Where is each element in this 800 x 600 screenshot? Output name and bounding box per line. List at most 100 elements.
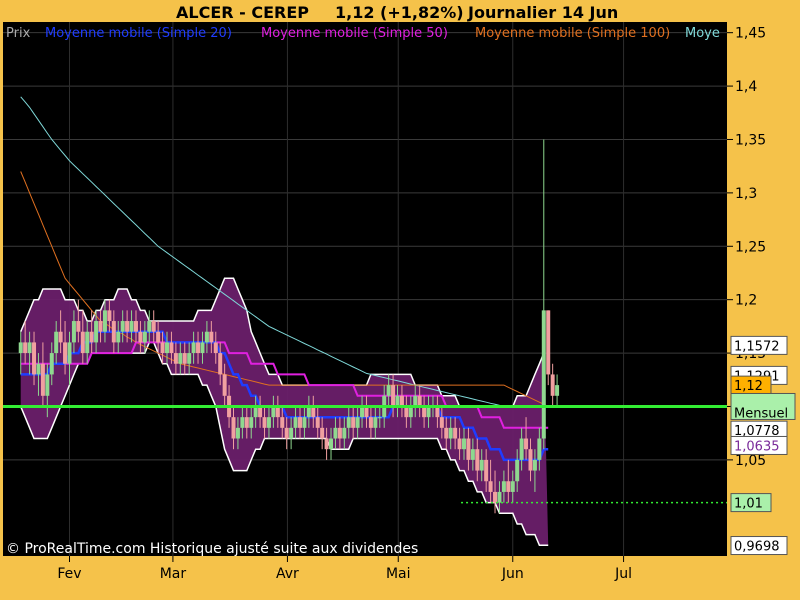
candle-body bbox=[426, 406, 431, 418]
candle-body bbox=[506, 481, 511, 492]
support-tag-label: Mensuel bbox=[734, 406, 788, 421]
x-tick-label: Mai bbox=[386, 566, 411, 582]
candle-body bbox=[386, 385, 391, 396]
candle-body bbox=[315, 417, 320, 428]
candle-body bbox=[524, 438, 529, 450]
copyright-note: © ProRealTime.com Historique ajusté suit… bbox=[6, 541, 418, 557]
period-date: Journalier 14 Jun bbox=[467, 3, 618, 22]
candle-body bbox=[280, 417, 285, 428]
candle-body bbox=[116, 331, 121, 343]
candle-body bbox=[293, 417, 298, 428]
candle-body bbox=[271, 406, 276, 418]
candle-body bbox=[169, 342, 174, 354]
x-tick-label: Avr bbox=[276, 566, 299, 582]
candle-body bbox=[213, 342, 218, 354]
candle-body bbox=[173, 353, 178, 364]
candle-body bbox=[204, 331, 209, 343]
candle-body bbox=[537, 438, 542, 460]
candle-body bbox=[501, 481, 506, 492]
candle-body bbox=[129, 321, 134, 332]
candle-body bbox=[417, 395, 422, 407]
price-tag-label: 1,01 bbox=[734, 497, 763, 512]
candle-body bbox=[178, 353, 183, 364]
legend-item: Moyenne mobile (Simple 50) bbox=[261, 26, 448, 41]
candle-body bbox=[510, 481, 515, 492]
candle-body bbox=[439, 417, 444, 428]
candle-body bbox=[266, 417, 271, 428]
candle-body bbox=[200, 342, 205, 354]
candle-body bbox=[466, 438, 471, 460]
candle-body bbox=[391, 385, 396, 407]
candle-body bbox=[32, 342, 37, 375]
candle-body bbox=[85, 331, 90, 354]
candle-body bbox=[36, 363, 41, 375]
x-tick-label: Jun bbox=[501, 566, 524, 582]
price-tag-label: 1,1572 bbox=[734, 339, 780, 354]
candle-body bbox=[329, 438, 334, 450]
candle-body bbox=[133, 321, 138, 332]
candle-body bbox=[488, 481, 493, 492]
candle-body bbox=[541, 310, 546, 439]
candle-body bbox=[49, 353, 54, 375]
legend-item: Moye bbox=[685, 26, 720, 41]
candle-body bbox=[253, 406, 258, 418]
candle-body bbox=[404, 406, 409, 418]
candle-body bbox=[435, 406, 440, 418]
candle-body bbox=[156, 331, 161, 343]
candle-body bbox=[258, 406, 263, 418]
candle-body bbox=[18, 342, 23, 354]
candle-body bbox=[413, 395, 418, 407]
candle-body bbox=[40, 363, 45, 396]
candle-body bbox=[453, 427, 458, 439]
legend: Prix Moyenne mobile (Simple 20) Moyenne mo… bbox=[6, 26, 720, 41]
legend-item: Moyenne mobile (Simple 20) bbox=[45, 26, 232, 41]
candle-body bbox=[111, 321, 116, 343]
candle-body bbox=[364, 406, 369, 418]
candle-body bbox=[231, 417, 236, 439]
price-tag-label: 1,12 bbox=[734, 379, 763, 394]
candle-body bbox=[289, 427, 294, 439]
last-price-change: 1,12 (+1,82%) bbox=[335, 3, 464, 22]
candle-body bbox=[187, 353, 192, 364]
candle-body bbox=[461, 438, 466, 450]
candle-body bbox=[138, 331, 143, 343]
candle-body bbox=[235, 427, 240, 439]
y-tick-label: 1,4 bbox=[735, 79, 757, 95]
y-tick-label: 1,2 bbox=[735, 293, 757, 309]
candle-body bbox=[422, 406, 427, 418]
candle-body bbox=[555, 385, 560, 396]
candle-body bbox=[27, 342, 32, 354]
candle-body bbox=[515, 459, 520, 482]
candle-body bbox=[147, 321, 152, 332]
candle-body bbox=[244, 417, 249, 428]
candle-body bbox=[457, 438, 462, 450]
candle-body bbox=[102, 310, 107, 332]
candle-body bbox=[94, 321, 99, 343]
candle-body bbox=[448, 427, 453, 439]
candle-body bbox=[182, 353, 187, 364]
candle-body bbox=[63, 342, 68, 364]
ticker-name: ALCER - CEREP bbox=[176, 3, 309, 22]
price-tag-label: 0,9698 bbox=[734, 540, 780, 555]
candle-body bbox=[151, 321, 156, 332]
candle-body bbox=[306, 406, 311, 418]
candle-body bbox=[311, 406, 316, 418]
candle-body bbox=[218, 353, 223, 375]
candle-body bbox=[160, 342, 165, 354]
candle-body bbox=[275, 406, 280, 418]
candle-body bbox=[408, 406, 413, 418]
candle-body bbox=[351, 417, 356, 428]
candle-body bbox=[191, 342, 196, 354]
candle-body bbox=[470, 449, 475, 460]
candle-body bbox=[493, 491, 498, 503]
candle-body bbox=[107, 310, 112, 322]
candle-body bbox=[209, 331, 214, 343]
candle-body bbox=[240, 417, 245, 428]
candle-body bbox=[45, 374, 50, 396]
candle-body bbox=[333, 427, 338, 439]
candle-body bbox=[475, 449, 480, 471]
candle-body bbox=[71, 321, 76, 343]
candle-body bbox=[546, 310, 551, 375]
candle-body bbox=[532, 459, 537, 471]
candle-body bbox=[125, 321, 130, 332]
